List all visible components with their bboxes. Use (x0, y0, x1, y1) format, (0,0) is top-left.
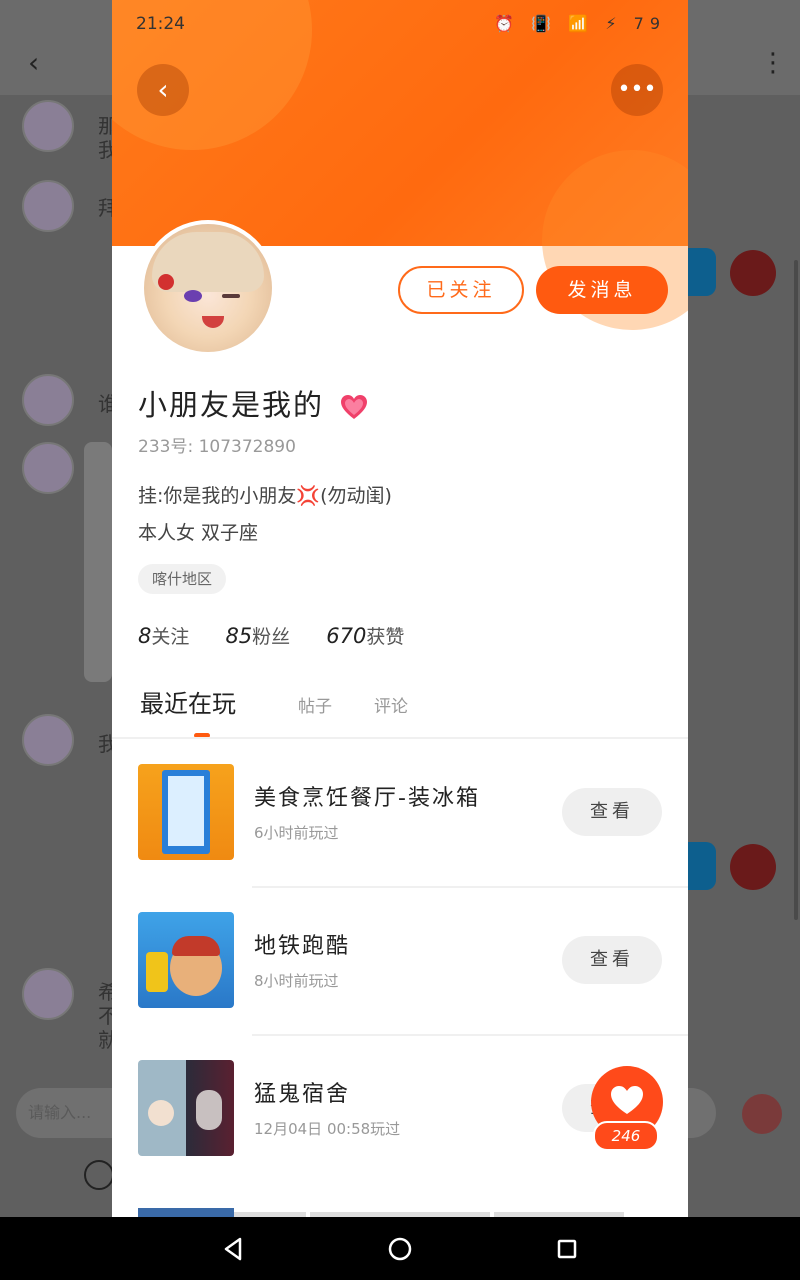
profile-header-banner: 21:24 ⏰ 📳 📶 ⚡ 79 ‹ ••• (112, 0, 688, 330)
game-thumbnail-partial (138, 1208, 234, 1217)
chat-avatar[interactable] (22, 180, 74, 232)
like-count: 246 (593, 1121, 659, 1151)
game-list-item[interactable]: 美食烹饪餐厅-装冰箱 6小时前玩过 查看 (112, 740, 688, 888)
profile-name: 小朋友是我的 (138, 382, 369, 424)
profile-id: 233号: 107372890 (138, 437, 296, 457)
view-button[interactable]: 查看 (562, 788, 662, 836)
game-title: 地铁跑酷 (254, 934, 351, 959)
chat-avatar[interactable] (22, 968, 74, 1020)
game-title: 美食烹饪餐厅-装冰箱 (254, 786, 480, 811)
anger-emoji-icon: 💢 (296, 485, 321, 507)
fans-stat[interactable]: 85粉丝 (225, 624, 290, 648)
game-list-item[interactable]: 地铁跑酷 8小时前玩过 查看 (112, 888, 688, 1036)
game-last-played: 8小时前玩过 (254, 972, 339, 990)
send-message-button[interactable]: 发消息 (536, 266, 668, 314)
self-avatar[interactable] (730, 844, 776, 890)
bio-line-1: 挂:你是我的小朋友💢(勿动闺) (138, 485, 392, 507)
profile-name-text: 小朋友是我的 (138, 388, 325, 422)
profile-avatar[interactable] (140, 220, 276, 356)
profile-card: 21:24 ⏰ 📳 📶 ⚡ 79 ‹ ••• 已关注 发消息 小朋友是我的 23… (112, 0, 688, 1217)
scrollbar[interactable] (794, 260, 798, 920)
send-icon[interactable] (742, 1094, 782, 1134)
chat-avatar[interactable] (22, 374, 74, 426)
battery-level: 79 (633, 14, 666, 33)
more-options-button[interactable]: ••• (611, 64, 663, 116)
status-bar: 21:24 ⏰ 📳 📶 ⚡ 79 (136, 12, 666, 40)
follow-button[interactable]: 已关注 (398, 266, 524, 314)
chat-avatar[interactable] (22, 100, 74, 152)
back-triangle-icon[interactable] (219, 1235, 247, 1263)
more-vertical-icon[interactable]: ⋮ (760, 48, 786, 82)
emoji-icon[interactable] (84, 1160, 114, 1190)
game-thumbnail (138, 764, 234, 860)
chat-avatar[interactable] (22, 442, 74, 494)
game-title: 猛鬼宿舍 (254, 1082, 351, 1107)
likes-stat: 670获赞 (326, 624, 405, 648)
region-tag: 喀什地区 (138, 564, 227, 594)
heart-icon (611, 1086, 643, 1114)
tab-comments[interactable]: 评论 (374, 692, 408, 717)
profile-bio: 挂:你是我的小朋友💢(勿动闺) 本人女 双子座 (138, 478, 392, 552)
game-thumbnail (138, 1060, 234, 1156)
game-last-played: 6小时前玩过 (254, 824, 339, 842)
view-button[interactable]: 查看 (562, 936, 662, 984)
game-last-played: 12月04日 00:58玩过 (254, 1120, 401, 1138)
bio-line-2: 本人女 双子座 (138, 522, 259, 544)
recents-square-icon[interactable] (553, 1235, 581, 1263)
back-button[interactable]: ‹ (137, 64, 189, 116)
self-avatar[interactable] (730, 250, 776, 296)
heart-emoji-icon (341, 395, 368, 419)
back-arrow-icon[interactable]: ‹ (28, 48, 58, 78)
status-time: 21:24 (136, 14, 185, 34)
chat-image-message[interactable] (84, 442, 112, 682)
following-stat[interactable]: 8关注 (138, 624, 189, 648)
game-thumbnail (138, 912, 234, 1008)
status-icons: ⏰ 📳 📶 ⚡ 79 (494, 14, 666, 33)
tab-posts[interactable]: 帖子 (298, 692, 332, 717)
tab-recent-play[interactable]: 最近在玩 (140, 684, 236, 719)
system-nav-bar (0, 1217, 800, 1280)
profile-stats: 8关注 85粉丝 670获赞 (138, 622, 434, 649)
chat-avatar[interactable] (22, 714, 74, 766)
home-circle-icon[interactable] (386, 1235, 414, 1263)
